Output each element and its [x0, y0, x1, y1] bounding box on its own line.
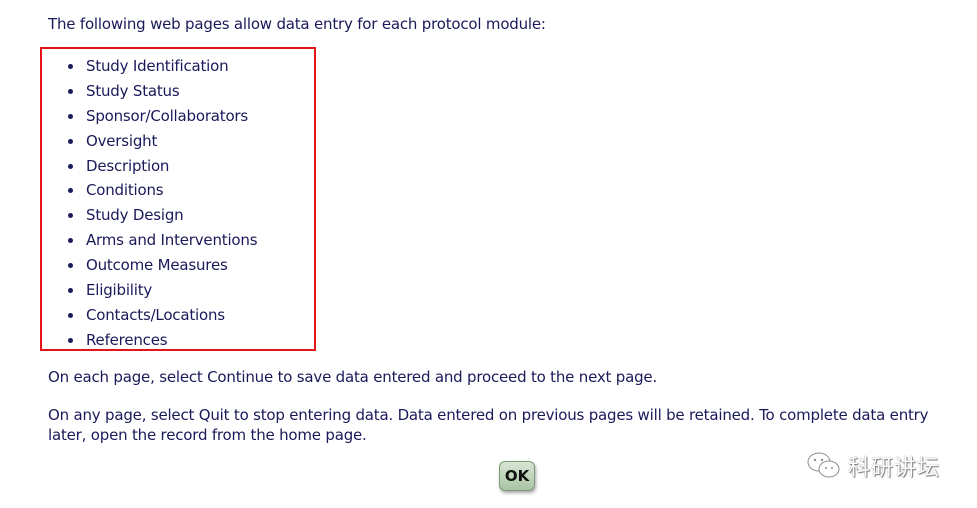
module-list-item: Study Status [42, 79, 257, 104]
bullet-icon [68, 337, 73, 343]
module-list-item: Contacts/Locations [42, 303, 257, 328]
watermark: 科研讲坛 [806, 450, 940, 482]
module-list-item: Outcome Measures [42, 253, 257, 278]
bullet-icon [68, 263, 73, 269]
watermark-text: 科研讲坛 [848, 456, 941, 481]
module-label: Study Design [86, 206, 184, 225]
bullet-icon [68, 188, 73, 194]
module-label: Study Identification [86, 57, 229, 75]
continue-instructions: On each page, select Continue to save da… [48, 368, 657, 386]
module-label: References [86, 330, 168, 349]
module-label: Oversight [86, 131, 158, 150]
quit-instructions: On any page, select Quit to stop enterin… [48, 406, 929, 444]
intro-text: The following web pages allow data entry… [48, 15, 546, 33]
module-label: Study Status [86, 81, 180, 100]
module-label: Sponsor/Collaborators [86, 106, 249, 125]
module-label: Arms and Interventions [86, 231, 258, 250]
module-list-item: Oversight [42, 129, 257, 154]
module-label: Conditions [86, 181, 164, 200]
bullet-icon [68, 64, 73, 69]
module-list-item: Eligibility [42, 278, 257, 303]
module-label: Eligibility [86, 281, 153, 300]
bullet-icon [68, 163, 73, 169]
protocol-modules-list: Study Identification Study Status Sponso… [42, 54, 258, 353]
bullet-icon [68, 238, 73, 244]
bullet-icon [68, 213, 73, 219]
bullet-icon [68, 113, 73, 119]
module-list-item: Study Identification [42, 54, 257, 79]
wechat-icon [807, 452, 840, 478]
bullet-icon [68, 288, 73, 294]
bullet-icon [68, 138, 73, 144]
module-list-item: Study Design [42, 203, 257, 228]
module-list-item: Arms and Interventions [42, 228, 258, 253]
module-list-item: Conditions [42, 178, 257, 203]
ok-button[interactable]: OK [499, 461, 535, 491]
module-label: Description [86, 156, 170, 175]
module-label: Contacts/Locations [86, 305, 225, 324]
module-list-item: References [42, 328, 257, 353]
module-label: Outcome Measures [86, 256, 228, 275]
bullet-icon [68, 312, 73, 318]
bullet-icon [68, 88, 73, 94]
module-list-item: Sponsor/Collaborators [42, 104, 257, 129]
module-list-item: Description [42, 154, 257, 179]
protocol-modules-highlight-box: Study Identification Study Status Sponso… [40, 47, 316, 351]
